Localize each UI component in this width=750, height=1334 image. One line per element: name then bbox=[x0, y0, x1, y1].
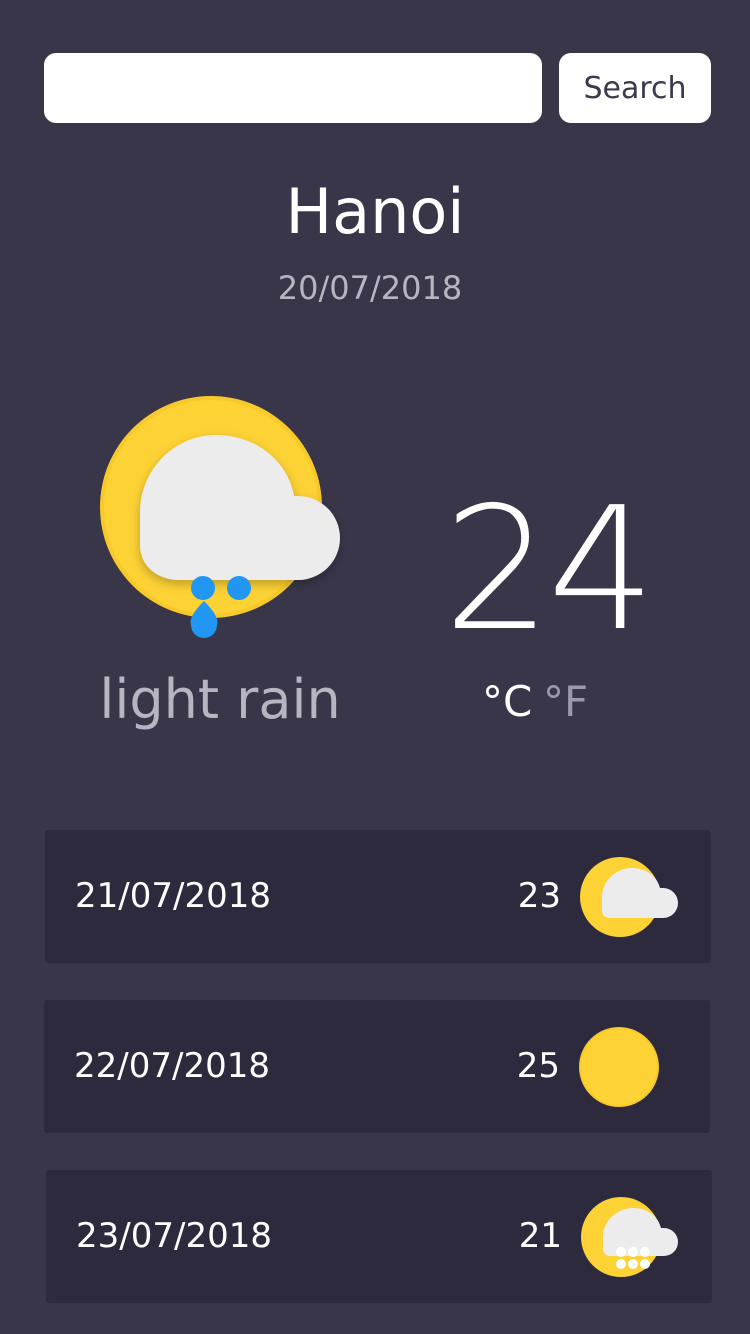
city-name: Hanoi bbox=[285, 175, 465, 248]
forecast-temperature: 21 bbox=[518, 1216, 562, 1256]
snow-icon bbox=[581, 1197, 678, 1277]
forecast-date: 21/07/2018 bbox=[75, 876, 271, 916]
current-temperature: 24 bbox=[443, 471, 655, 669]
weather-condition: light rain bbox=[99, 668, 341, 731]
forecast-date: 23/07/2018 bbox=[76, 1216, 272, 1256]
fahrenheit-toggle[interactable]: °F bbox=[543, 674, 588, 730]
forecast-temperature: 25 bbox=[516, 1046, 560, 1086]
light-rain-icon bbox=[100, 396, 340, 638]
sun-icon bbox=[579, 1027, 659, 1107]
search-input[interactable] bbox=[44, 53, 542, 123]
search-button[interactable]: Search bbox=[559, 53, 711, 123]
forecast-date: 22/07/2018 bbox=[74, 1046, 270, 1086]
cloudy-icon bbox=[580, 857, 678, 937]
forecast-temperature: 23 bbox=[517, 876, 561, 916]
celsius-toggle[interactable]: °C bbox=[482, 674, 532, 730]
forecast-item[interactable]: 22/07/2018 25 bbox=[44, 1000, 710, 1133]
forecast-item[interactable]: 21/07/2018 23 bbox=[45, 830, 711, 963]
current-date: 20/07/2018 bbox=[277, 269, 463, 307]
forecast-item[interactable]: 23/07/2018 21 bbox=[46, 1170, 712, 1303]
